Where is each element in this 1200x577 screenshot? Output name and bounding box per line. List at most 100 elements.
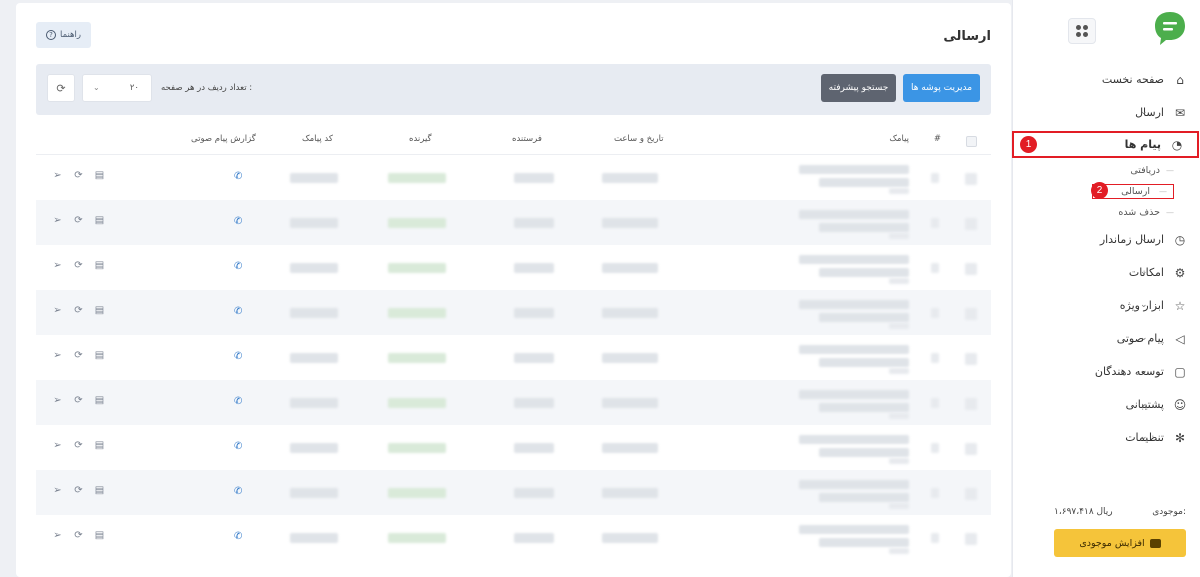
sidebar-item-label: صفحه نخست [1101,73,1164,86]
row-index [931,173,939,183]
row-sms-code [290,308,338,318]
sidebar-item-features[interactable]: ⚙ امکانات ⌄ [1012,256,1200,289]
details-icon[interactable]: ▤ [94,215,105,226]
voice-report-phone-icon[interactable]: ✆ [234,486,242,497]
send-icon[interactable]: ➢ [52,215,63,226]
voice-report-phone-icon[interactable]: ✆ [234,216,242,227]
row-checkbox [965,218,977,230]
row-actions: ➢ ⟳ ▤ [52,530,105,541]
send-icon[interactable]: ➢ [52,440,63,451]
row-receiver [388,308,446,318]
sidebar-subitem-received[interactable]: — دریافتی [1012,160,1200,181]
row-sms-code [290,533,338,543]
star-icon: ☆ [1174,298,1186,313]
support-icon: ☺ [1173,397,1187,412]
details-icon[interactable]: ▤ [94,485,105,496]
voice-report-phone-icon[interactable]: ✆ [234,171,242,182]
voice-report-phone-icon[interactable]: ✆ [234,351,242,362]
table-row[interactable]: ✆ ➢ ⟳ ▤ [36,470,991,515]
voice-report-phone-icon[interactable]: ✆ [234,531,242,542]
sidebar-item-send[interactable]: ✉ ارسال ⌄ [1012,96,1200,129]
details-icon[interactable]: ▤ [94,440,105,451]
row-sms-code [290,353,338,363]
sidebar-item-support[interactable]: ☺ پشتیبانی ⌄ [1012,388,1200,421]
table-row[interactable]: ✆ ➢ ⟳ ▤ [36,515,991,560]
voice-report-phone-icon[interactable]: ✆ [234,441,242,452]
row-index [931,218,939,228]
manage-folders-button[interactable]: مدیریت پوشه ها [903,74,980,102]
help-button[interactable]: ? راهنما [36,22,91,48]
annotation-badge-2: 2 [1091,182,1108,199]
rows-per-page-select[interactable]: ۲۰ ⌄ [82,74,152,102]
details-icon[interactable]: ▤ [94,170,105,181]
send-icon[interactable]: ➢ [52,170,63,181]
row-message-line-1 [799,390,909,399]
table-row[interactable]: ✆ ➢ ⟳ ▤ [36,155,991,200]
row-datetime [602,308,658,318]
resend-icon[interactable]: ⟳ [73,395,84,406]
details-icon[interactable]: ▤ [94,530,105,541]
sidebar-item-developers[interactable]: ▢ توسعه دهندگان ⌄ [1012,355,1200,388]
sidebar-nav: ⌂ صفحه نخست ✉ ارسال ⌄ ◔ پیام ها ⌃ — دریا… [1012,63,1200,454]
table-row[interactable]: ✆ ➢ ⟳ ▤ [36,380,991,425]
topup-button[interactable]: افزایش موجودی [1054,529,1186,557]
sidebar-item-scheduled[interactable]: ◷ ارسال زماندار ⌄ [1012,223,1200,256]
resend-icon[interactable]: ⟳ [73,170,84,181]
chevron-down-icon: ⌄ [1140,333,1148,343]
row-receiver [388,398,446,408]
row-actions: ➢ ⟳ ▤ [52,260,105,271]
terminal-icon: ▢ [1174,364,1186,379]
resend-icon[interactable]: ⟳ [73,215,84,226]
voice-report-phone-icon[interactable]: ✆ [234,261,242,272]
table-row[interactable]: ✆ ➢ ⟳ ▤ [36,425,991,470]
chevron-down-icon: ⌄ [1140,107,1148,117]
row-actions: ➢ ⟳ ▤ [52,215,105,226]
sidebar-subitem-deleted[interactable]: — حذف شده [1012,202,1200,223]
select-all-checkbox[interactable] [966,136,977,147]
chevron-down-icon: ⌄ [1140,366,1148,376]
details-icon[interactable]: ▤ [94,350,105,361]
details-icon[interactable]: ▤ [94,260,105,271]
advanced-search-button[interactable]: جستجو پیشرفته [821,74,896,102]
resend-icon[interactable]: ⟳ [73,305,84,316]
row-checkbox [965,533,977,545]
sidebar-item-home[interactable]: ⌂ صفحه نخست [1012,63,1200,96]
table-header: # پیامک تاریخ و ساعت فرستنده گیرنده کد پ… [36,123,991,155]
sidebar-item-voice[interactable]: ◁ پیام صوتی ⌄ [1012,322,1200,355]
help-label: راهنما [59,30,82,40]
sidebar-item-messages[interactable]: ◔ پیام ها ⌃ [1012,131,1199,158]
resend-icon[interactable]: ⟳ [73,350,84,361]
table-row[interactable]: ✆ ➢ ⟳ ▤ [36,290,991,335]
resend-icon[interactable]: ⟳ [73,485,84,496]
row-index [931,398,939,408]
resend-icon[interactable]: ⟳ [73,440,84,451]
refresh-button[interactable]: ⟳ [47,74,75,102]
chevron-up-icon: ⌃ [1142,144,1150,154]
send-icon[interactable]: ➢ [52,260,63,271]
resend-icon[interactable]: ⟳ [73,530,84,541]
row-sms-code [290,263,338,273]
row-sms-code [290,173,338,183]
send-icon[interactable]: ➢ [52,305,63,316]
send-icon[interactable]: ➢ [52,350,63,361]
voice-report-phone-icon[interactable]: ✆ [234,306,242,317]
details-icon[interactable]: ▤ [94,395,105,406]
send-icon[interactable]: ➢ [52,485,63,496]
resend-icon[interactable]: ⟳ [73,260,84,271]
row-message-line-2 [819,448,909,457]
sidebar-item-special-tools[interactable]: ☆ ابزار ویژه ⌄ [1012,289,1200,322]
row-receiver [388,173,446,183]
row-checkbox [965,173,977,185]
table-row[interactable]: ✆ ➢ ⟳ ▤ [36,335,991,380]
details-icon[interactable]: ▤ [94,305,105,316]
send-icon[interactable]: ➢ [52,395,63,406]
sidebar-item-settings[interactable]: ✻ تنظیمات ⌄ [1012,421,1200,454]
row-message-line-2 [819,313,909,322]
table-row[interactable]: ✆ ➢ ⟳ ▤ [36,200,991,245]
row-message-line-3 [889,503,909,509]
apps-menu-button[interactable] [1068,18,1096,44]
send-icon[interactable]: ➢ [52,530,63,541]
voice-report-phone-icon[interactable]: ✆ [234,396,242,407]
table-row[interactable]: ✆ ➢ ⟳ ▤ [36,245,991,290]
row-message-line-3 [889,458,909,464]
